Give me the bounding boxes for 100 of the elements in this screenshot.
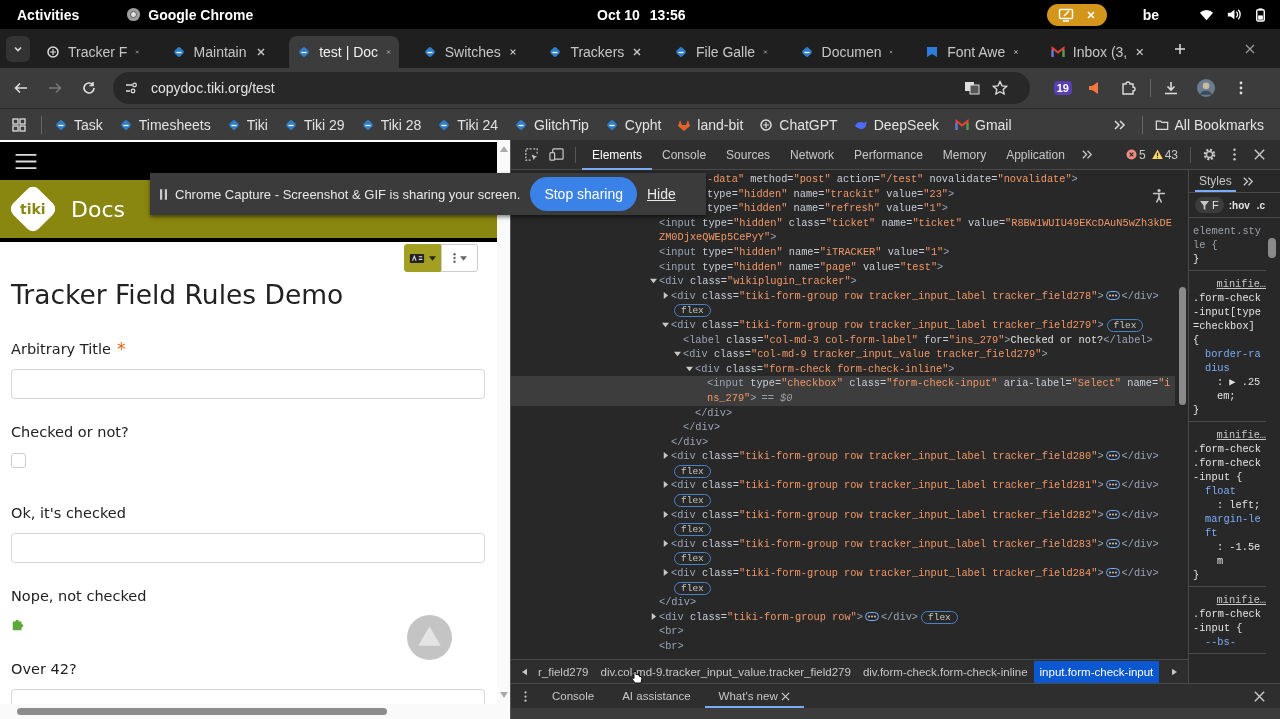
ellipsis-icon[interactable] bbox=[1105, 451, 1120, 461]
bookmark[interactable]: Tiki 29 bbox=[283, 116, 345, 133]
reload-icon[interactable] bbox=[81, 80, 97, 96]
dom-node-row[interactable]: <input type="checkbox" class="form-check-input" aria-label="Select" name="ins_279"> == $0 bbox=[511, 376, 1175, 406]
close-icon[interactable] bbox=[508, 47, 517, 57]
dom-node-row[interactable]: <br> bbox=[511, 639, 1175, 654]
class-button[interactable]: .c bbox=[1254, 199, 1268, 211]
apps-icon[interactable] bbox=[11, 116, 27, 133]
stop-sharing-button[interactable]: Stop sharing bbox=[530, 177, 637, 211]
bookmark[interactable]: Gmail bbox=[955, 116, 1012, 133]
site-settings-icon[interactable] bbox=[123, 80, 139, 96]
collapse-arrow-icon[interactable] bbox=[662, 320, 669, 328]
devtools-tab[interactable]: Sources bbox=[716, 139, 781, 170]
collapse-arrow-icon[interactable] bbox=[650, 277, 657, 285]
browser-tab[interactable]: test | Doc bbox=[289, 36, 400, 68]
error-count[interactable]: 5 bbox=[1138, 147, 1146, 162]
settings-icon[interactable] bbox=[1202, 147, 1217, 162]
expand-arrow-icon[interactable] bbox=[662, 481, 669, 489]
accessibility-icon[interactable] bbox=[1151, 188, 1167, 204]
wifi-icon[interactable] bbox=[1199, 7, 1214, 22]
site-name[interactable]: Docs bbox=[71, 196, 125, 222]
close-icon[interactable] bbox=[632, 47, 643, 57]
checkbox[interactable] bbox=[11, 453, 26, 468]
collapse-arrow-icon[interactable] bbox=[674, 350, 681, 358]
bookmark[interactable]: GlitchTip bbox=[514, 116, 589, 133]
bookmark[interactable]: Cypht bbox=[604, 116, 662, 133]
dom-node-row[interactable]: </div> bbox=[511, 595, 1175, 610]
bookmark[interactable]: Timesheets bbox=[118, 116, 211, 133]
browser-tab[interactable]: Tracker F bbox=[38, 36, 148, 68]
dom-node-row[interactable]: <div class="tiki-form-group row tracker_input_label tracker_field282"> </div> flex bbox=[511, 507, 1175, 537]
input-field[interactable] bbox=[11, 369, 485, 399]
clock-time[interactable]: 13:56 bbox=[649, 6, 686, 23]
activities-button[interactable]: Activities bbox=[17, 6, 80, 23]
breadcrumb[interactable]: r_field279 bbox=[532, 660, 595, 683]
dom-node-row[interactable]: <div class="tiki-form-group row tracker_input_label tracker_field281"> </div> flex bbox=[511, 478, 1175, 508]
dom-node-row[interactable]: <input type="hidden" class="ticket" name="ticket" value="R8BW1WUIU49EKcDAuN5wZh3kDEZM0DjxeQWEp5CePyY"> bbox=[511, 215, 1175, 245]
expand-arrow-icon[interactable] bbox=[662, 539, 669, 547]
drawer-tab[interactable]: What's new bbox=[704, 684, 804, 708]
all-bookmarks-button[interactable]: All Bookmarks bbox=[1154, 116, 1264, 133]
dom-node-row[interactable]: <div class="tiki-form-group row tracker_input_label tracker_field284"> </div> flex bbox=[511, 566, 1175, 596]
pause-icon[interactable] bbox=[160, 188, 167, 200]
browser-tab[interactable]: Switches bbox=[414, 36, 525, 68]
ellipsis-icon[interactable] bbox=[1105, 480, 1120, 490]
browser-tab[interactable]: File Galle bbox=[665, 36, 776, 68]
expand-arrow-icon[interactable] bbox=[662, 291, 669, 299]
battery-icon[interactable] bbox=[1253, 7, 1268, 22]
device-icon[interactable] bbox=[549, 147, 564, 162]
page-actions-button[interactable] bbox=[441, 244, 478, 272]
volume-icon[interactable] bbox=[1226, 7, 1241, 22]
stylesheet-link[interactable]: minifie… bbox=[1193, 428, 1266, 442]
download-icon[interactable] bbox=[1163, 80, 1179, 96]
expand-arrow-icon[interactable] bbox=[650, 612, 657, 620]
stylesheet-link[interactable]: minifie… bbox=[1193, 593, 1266, 607]
scrollbar[interactable] bbox=[0, 704, 510, 719]
bookmark[interactable]: Tiki 28 bbox=[360, 116, 422, 133]
bookmark[interactable]: DeepSeek bbox=[853, 116, 940, 133]
extension-button[interactable]: 19 bbox=[1053, 81, 1072, 95]
new-tab-icon[interactable] bbox=[1174, 42, 1187, 55]
browser-tab[interactable]: Documen bbox=[791, 36, 902, 68]
stylesheet-link[interactable]: minifie… bbox=[1193, 277, 1266, 291]
close-icon[interactable] bbox=[1252, 147, 1267, 162]
clock-date[interactable]: Oct 10 bbox=[597, 6, 640, 23]
devtools-tab[interactable]: Console bbox=[652, 139, 717, 170]
devtools-tab[interactable]: Application bbox=[996, 139, 1075, 170]
screen-sharing-indicator[interactable] bbox=[1046, 3, 1107, 26]
devtools-tab[interactable]: Performance bbox=[844, 139, 933, 170]
close-icon[interactable] bbox=[1135, 47, 1145, 57]
dom-node-row[interactable]: <div class="tiki-form-group row tracker_input_label tracker_field283"> </div> flex bbox=[511, 536, 1175, 567]
dom-node-row[interactable]: <label class="col-md-3 col-form-label" for="ins_279">Checked or not?</label> bbox=[511, 332, 1175, 348]
drawer-tab[interactable]: AI assistance bbox=[608, 684, 705, 708]
scroll-right-icon[interactable] bbox=[1172, 667, 1177, 676]
bookmark[interactable]: Tiki bbox=[226, 116, 268, 133]
warning-count[interactable]: 43 bbox=[1164, 147, 1178, 162]
address-bar[interactable]: copydoc.tiki.org/test bbox=[113, 72, 1030, 104]
close-icon[interactable] bbox=[1245, 43, 1255, 54]
ellipsis-icon[interactable] bbox=[1105, 290, 1120, 300]
collapse-arrow-icon[interactable] bbox=[686, 364, 693, 372]
dom-node-row[interactable]: <br> bbox=[511, 624, 1175, 639]
puzzle-icon[interactable] bbox=[1120, 80, 1136, 96]
browser-tab[interactable]: Font Awe bbox=[917, 36, 1028, 68]
bookmark[interactable]: land-bit bbox=[677, 116, 744, 133]
devtools-tab[interactable]: Elements bbox=[582, 139, 653, 170]
ellipsis-icon[interactable] bbox=[1105, 509, 1120, 519]
dom-node-row[interactable]: <div class="form-check form-check-inline"> bbox=[511, 361, 1175, 377]
filter-field[interactable]: F bbox=[1195, 197, 1224, 213]
ellipsis-icon[interactable] bbox=[864, 611, 879, 621]
styles-tab[interactable]: Styles bbox=[1195, 170, 1236, 192]
menu-icon[interactable] bbox=[14, 152, 38, 170]
app-name[interactable]: Google Chrome bbox=[148, 6, 254, 23]
keyboard-layout[interactable]: be bbox=[1142, 6, 1159, 23]
hover-state-button[interactable]: :hov bbox=[1226, 199, 1252, 211]
devtools-tab[interactable]: Network bbox=[780, 139, 845, 170]
dom-node-row[interactable]: <div class="tiki-form-group row tracker_input_label tracker_field280"> </div> flex bbox=[511, 449, 1175, 479]
close-icon[interactable] bbox=[763, 47, 768, 57]
close-icon[interactable] bbox=[1013, 47, 1020, 57]
expand-arrow-icon[interactable] bbox=[662, 510, 669, 518]
scroll-left-icon[interactable] bbox=[522, 667, 527, 676]
close-icon[interactable] bbox=[255, 47, 266, 57]
ellipsis-icon[interactable] bbox=[1105, 538, 1120, 548]
dom-node-row[interactable]: <input type="hidden" name="iTRACKER" value="1"> bbox=[511, 244, 1175, 260]
